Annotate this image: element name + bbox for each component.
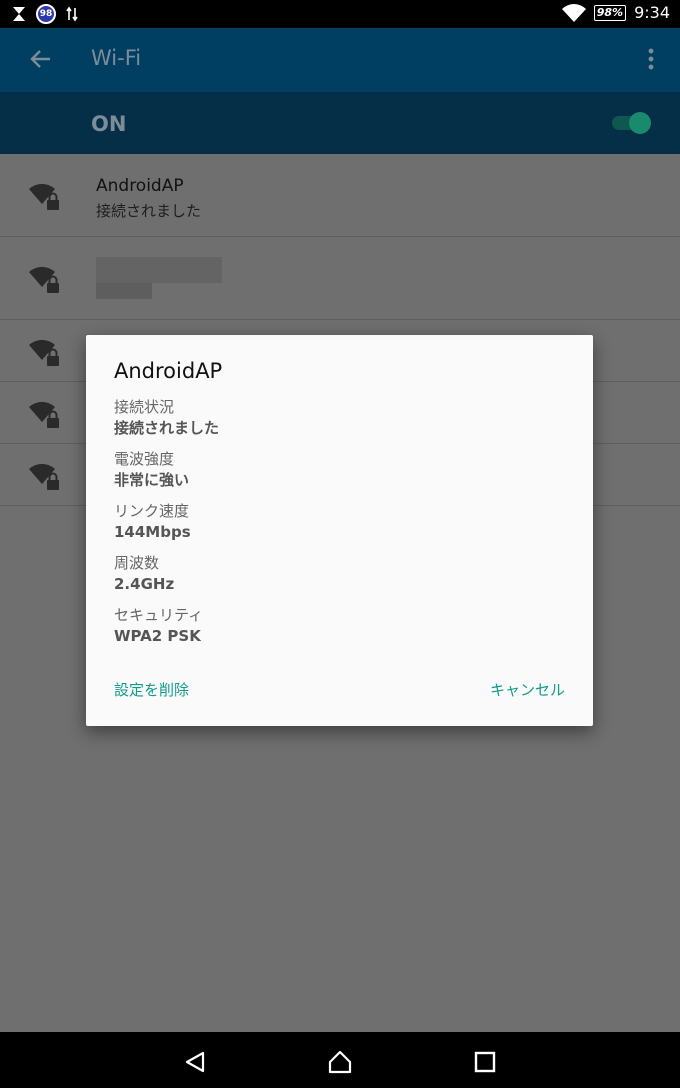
forget-network-button[interactable]: 設定を削除 [114, 679, 189, 700]
wifi-lock-icon [29, 401, 59, 428]
hourglass-icon [13, 7, 25, 21]
notification-badge: 98 [36, 4, 56, 24]
network-details-dialog: AndroidAP 接続状況 接続されました 電波強度 非常に強い リンク速度 … [86, 335, 593, 726]
field-value: 接続されました [114, 419, 220, 437]
redacted-network-name [96, 257, 222, 283]
field-value: 2.4GHz [114, 575, 175, 593]
wifi-lock-icon [29, 183, 59, 210]
field-security: セキュリティ WPA2 PSK [114, 605, 203, 647]
field-value: 非常に強い [114, 471, 190, 489]
network-item[interactable] [0, 237, 680, 320]
toggle-thumb [629, 112, 651, 134]
field-value: WPA2 PSK [114, 627, 201, 645]
wifi-lock-icon [29, 266, 59, 293]
wifi-toggle[interactable] [612, 112, 651, 134]
field-label: 周波数 [114, 554, 160, 572]
nav-home-icon[interactable] [328, 1050, 352, 1074]
field-label: 接続状況 [114, 398, 175, 416]
network-name: AndroidAP [96, 176, 184, 196]
field-value: 144Mbps [114, 523, 191, 541]
field-connection-status: 接続状況 接続されました [114, 397, 219, 439]
field-label: セキュリティ [114, 606, 204, 624]
field-link-speed: リンク速度 144Mbps [114, 501, 191, 543]
wifi-master-switch-row[interactable]: ON [0, 92, 680, 154]
wifi-switch-label: ON [91, 112, 127, 136]
field-label: リンク速度 [114, 502, 190, 520]
redacted-network-status [96, 283, 152, 299]
nav-recents-icon[interactable] [473, 1050, 497, 1074]
dialog-title: AndroidAP [114, 359, 223, 383]
system-nav-bar [0, 1032, 680, 1088]
wifi-lock-icon [29, 339, 59, 366]
more-vert-icon[interactable] [648, 48, 654, 70]
app-bar: Wi-Fi [0, 28, 680, 92]
field-signal-strength: 電波強度 非常に強い [114, 449, 189, 491]
wifi-lock-icon [29, 463, 59, 490]
network-status: 接続されました [96, 202, 202, 220]
cancel-button[interactable]: キャンセル [490, 679, 565, 700]
wifi-signal-icon [561, 3, 586, 22]
nav-back-icon[interactable] [183, 1050, 207, 1074]
network-item[interactable]: AndroidAP 接続されました [0, 154, 680, 237]
battery-indicator: 98% [593, 4, 627, 21]
usb-debug-icon [66, 6, 78, 22]
status-bar: 98 98% 9:34 [0, 0, 680, 28]
field-label: 電波強度 [114, 450, 175, 468]
clock: 9:34 [634, 3, 670, 22]
arrow-back-icon[interactable] [28, 46, 54, 72]
field-frequency: 周波数 2.4GHz [114, 553, 174, 595]
page-title: Wi-Fi [91, 46, 142, 70]
